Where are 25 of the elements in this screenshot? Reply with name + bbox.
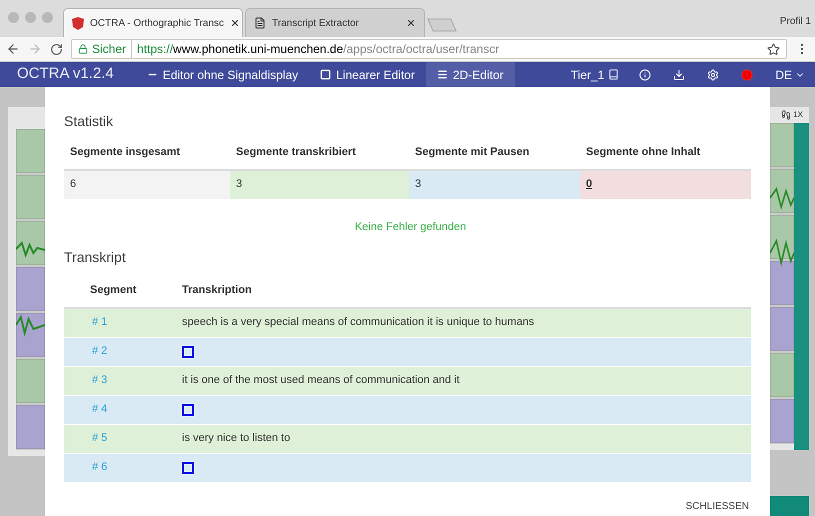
nav-item[interactable]: Linearer Editor (309, 62, 426, 87)
close-button[interactable]: SCHLIESSEN (686, 499, 751, 514)
section-title: Statistik (64, 112, 114, 131)
tier-button[interactable]: Tier_1 (570, 66, 620, 84)
profile-label[interactable]: Profil 1 (780, 14, 811, 29)
transcription-text: is very nice to listen to (182, 431, 290, 446)
brand-title[interactable]: OCTRA v1.2.4 (17, 63, 114, 86)
secure-label: Sicher (92, 40, 132, 58)
stat-value: 0 (580, 170, 751, 198)
stat-value: 6 (64, 170, 230, 198)
nav-item[interactable]: 2D-Editor (426, 62, 515, 87)
nav-item[interactable]: Editor ohne Signaldisplay (136, 62, 310, 87)
tab-title: Transcript Extractor (272, 16, 360, 30)
url-text: https://www.phonetik.uni-muenchen.de/apps/octra/octra/user/transcr (136, 41, 500, 58)
section-title: Transkript (64, 248, 127, 267)
address-field[interactable]: Sicher https://www.phonetik.uni-muenchen.de/apps/octra/octra/user/transcr (71, 39, 787, 59)
language-button[interactable]: DE (775, 66, 805, 84)
browser-tab[interactable]: OCTRA - Orthographic Transc (63, 8, 243, 37)
transcription-text: speech is a very special means of communication it is unique to humans (182, 315, 534, 330)
status-message: Keine Fehler gefunden (354, 220, 468, 234)
tab-title: OCTRA - Orthographic Transc (90, 16, 224, 30)
stat-value: 3 (409, 170, 580, 198)
browser-tab[interactable]: Transcript Extractor (245, 8, 425, 37)
transcription-text: it is one of the most used means of communication and it (182, 373, 460, 388)
stat-value: 3 (230, 170, 409, 198)
